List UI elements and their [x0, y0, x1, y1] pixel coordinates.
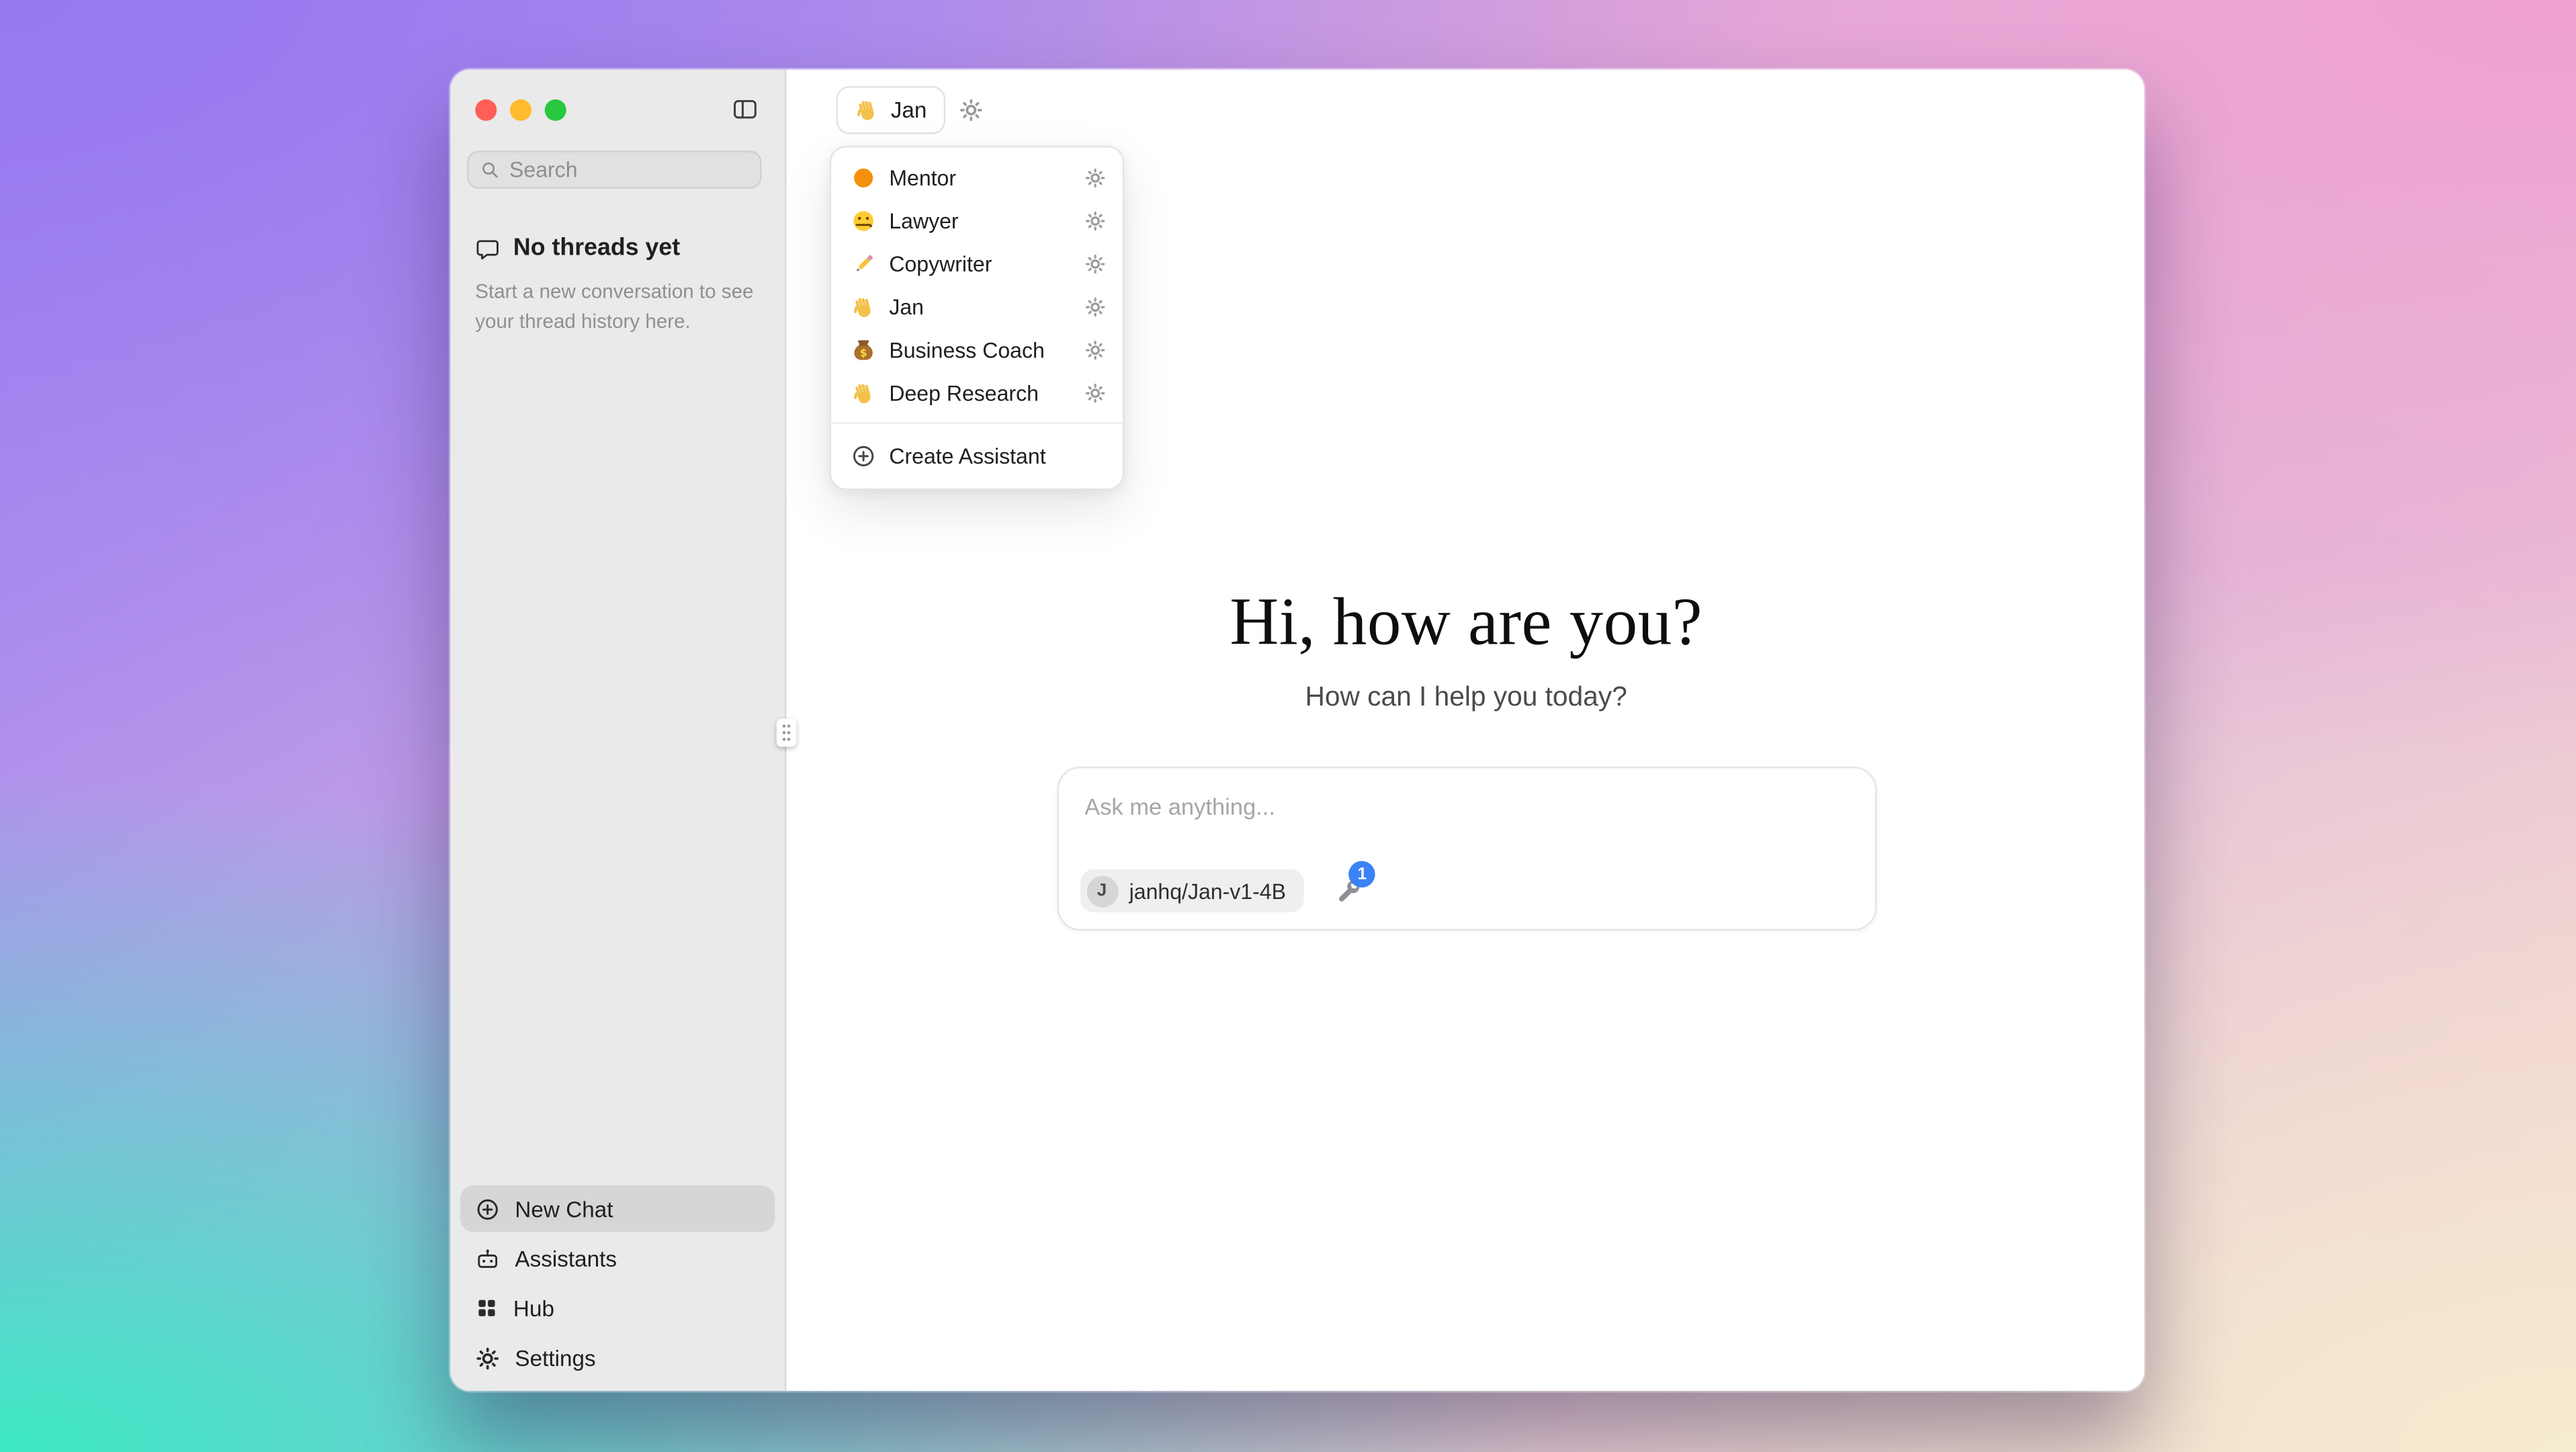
main-panel: Jan Mentor Lawyer: [788, 70, 2144, 1392]
app-window: No threads yet Start a new conversation …: [450, 70, 2144, 1392]
assistant-menu: Mentor Lawyer Copywriter Jan: [830, 146, 1125, 490]
sidebar-top-bar: [475, 91, 763, 128]
threads-empty-state: No threads yet Start a new conversation …: [464, 235, 762, 336]
assistant-selector-button[interactable]: Jan: [836, 86, 945, 134]
sidebar-item-label: Hub: [513, 1295, 554, 1320]
minimize-window-button[interactable]: [510, 99, 531, 120]
gear-icon[interactable]: [1084, 167, 1106, 188]
assistant-menu-item-label: Copywriter: [889, 251, 1071, 275]
grid-icon: [475, 1297, 499, 1320]
gear-icon[interactable]: [1084, 253, 1106, 274]
assistant-menu-item-label: Business Coach: [889, 337, 1071, 361]
create-assistant-label: Create Assistant: [889, 443, 1045, 468]
search-input[interactable]: [509, 157, 748, 182]
sidebar-item-label: Assistants: [515, 1246, 617, 1271]
search-icon: [480, 159, 500, 181]
empty-state-description: Start a new conversation to see your thr…: [464, 277, 762, 337]
assistant-selector-label: Jan: [891, 97, 927, 122]
assistant-menu-item-label: Lawyer: [889, 208, 1071, 232]
gear-icon[interactable]: [1084, 382, 1106, 403]
assistant-menu-item-label: Mentor: [889, 165, 1071, 189]
tools-count-badge: 1: [1349, 861, 1375, 887]
sidebar: No threads yet Start a new conversation …: [450, 70, 786, 1392]
wave-emoji: [855, 97, 879, 122]
sidebar-item-assistants[interactable]: Assistants: [460, 1235, 775, 1281]
greeting-subtitle: How can I help you today?: [788, 682, 2144, 714]
assistant-menu-item-jan[interactable]: Jan: [831, 285, 1123, 328]
assistant-menu-item-label: Jan: [889, 294, 1071, 318]
gear-icon[interactable]: [1084, 296, 1106, 317]
grip-dots-icon: [780, 722, 793, 743]
toggle-sidebar-button[interactable]: [727, 91, 763, 128]
orange-circle-emoji: [851, 165, 876, 189]
composer-toolbar: J janhq/Jan-v1-4B 1: [1080, 869, 1363, 912]
desktop-background: No threads yet Start a new conversation …: [0, 0, 2576, 1452]
assistant-menu-item-business-coach[interactable]: Business Coach: [831, 328, 1123, 371]
main-header: Jan: [836, 86, 983, 134]
zoom-window-button[interactable]: [545, 99, 566, 120]
search-field[interactable]: [467, 151, 762, 189]
money-bag-emoji: [851, 337, 876, 361]
gear-icon: [475, 1345, 500, 1370]
chat-composer: J janhq/Jan-v1-4B 1: [1056, 767, 1876, 931]
sidebar-panel-icon: [732, 96, 758, 122]
sidebar-item-label: New Chat: [515, 1196, 613, 1221]
sidebar-item-hub[interactable]: Hub: [460, 1285, 775, 1331]
chat-bubble-icon: [475, 236, 500, 261]
robot-icon: [475, 1246, 500, 1271]
model-selector-button[interactable]: J janhq/Jan-v1-4B: [1080, 869, 1304, 912]
assistant-menu-item-deep-research[interactable]: Deep Research: [831, 371, 1123, 414]
model-name: janhq/Jan-v1-4B: [1129, 878, 1286, 903]
greeting: Hi, how are you? How can I help you toda…: [788, 581, 2144, 714]
sidebar-item-new-chat[interactable]: New Chat: [460, 1185, 775, 1232]
zipper-face-emoji: [851, 208, 876, 232]
window-controls: [475, 99, 566, 120]
menu-divider: [831, 422, 1123, 423]
gear-icon: [958, 97, 983, 122]
assistant-menu-item-lawyer[interactable]: Lawyer: [831, 199, 1123, 242]
model-avatar: J: [1086, 875, 1118, 906]
assistant-menu-item-copywriter[interactable]: Copywriter: [831, 242, 1123, 285]
wave-emoji: [851, 294, 876, 318]
sidebar-item-label: Settings: [515, 1345, 595, 1370]
create-assistant-button[interactable]: Create Assistant: [831, 432, 1123, 480]
sidebar-item-settings[interactable]: Settings: [460, 1334, 775, 1381]
gear-icon[interactable]: [1084, 339, 1106, 360]
sidebar-resize-handle[interactable]: [777, 719, 797, 747]
chat-input[interactable]: [1084, 793, 1848, 849]
empty-state-title: No threads yet: [513, 235, 680, 261]
plus-circle-icon: [851, 443, 876, 468]
gear-icon[interactable]: [1084, 210, 1106, 231]
sidebar-nav: New Chat Assistants Hub Settings: [460, 1185, 775, 1381]
tools-button[interactable]: 1: [1336, 878, 1362, 904]
wave-emoji: [851, 380, 876, 405]
assistant-menu-item-mentor[interactable]: Mentor: [831, 156, 1123, 199]
assistant-settings-button[interactable]: [958, 97, 983, 122]
greeting-title: Hi, how are you?: [788, 581, 2144, 660]
assistant-menu-item-label: Deep Research: [889, 380, 1071, 405]
pencil-emoji: [851, 251, 876, 275]
close-window-button[interactable]: [475, 99, 497, 120]
plus-circle-icon: [475, 1196, 500, 1221]
